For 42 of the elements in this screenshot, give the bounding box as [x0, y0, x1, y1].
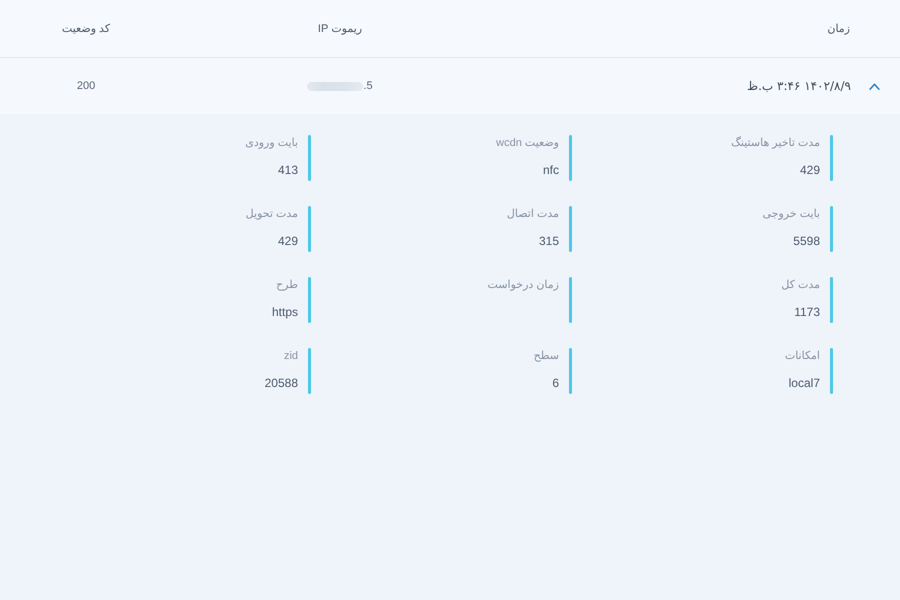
detail-label: مدت اتصال: [506, 207, 559, 222]
accent-bar: [569, 348, 572, 394]
accent-bar: [569, 206, 572, 252]
detail-label: زمان درخواست: [488, 278, 559, 293]
accent-bar: [308, 135, 311, 181]
detail-value: 1173: [794, 304, 820, 320]
detail-value: https: [272, 304, 298, 320]
detail-label: طرح: [276, 278, 298, 293]
detail-value: 20588: [264, 375, 298, 391]
status-code-text: 200: [76, 80, 96, 92]
detail-label: امکانات: [784, 349, 820, 364]
detail-value: 315: [538, 233, 559, 249]
detail-label: مدت کل: [781, 278, 820, 293]
detail-value: 413: [278, 162, 298, 178]
column-header: ریموت IP: [318, 22, 362, 35]
detail-label: بایت خروجی: [762, 207, 820, 222]
accent-bar: [569, 135, 572, 181]
timestamp-text: ۱۴۰۲/۸/۹ ۳:۴۶ ب.ظ: [746, 79, 851, 93]
accent-bar: [308, 206, 311, 252]
accent-bar: [830, 206, 833, 252]
detail-label: وضعیت wcdn: [496, 136, 559, 151]
detail-value: 429: [800, 162, 820, 178]
detail-label: zid: [284, 349, 298, 364]
detail-value: 6: [552, 375, 559, 391]
column-header: کد وضعیت: [62, 22, 110, 35]
accent-bar: [308, 348, 311, 394]
accent-bar: [830, 277, 833, 323]
detail-value: 429: [278, 233, 298, 249]
chevron-up-icon[interactable]: [869, 82, 880, 90]
accent-bar: [830, 135, 833, 181]
detail-value: local7: [788, 375, 820, 391]
accent-bar: [569, 277, 572, 323]
detail-label: سطح: [534, 349, 559, 364]
detail-label: مدت تحویل: [246, 207, 298, 222]
detail-label: مدت تاخیر هاستینگ: [731, 135, 820, 151]
ip-address-text: .5: [363, 80, 373, 92]
detail-value: 5598: [793, 233, 820, 249]
column-header: زمان: [827, 22, 850, 35]
accent-bar: [308, 277, 311, 323]
detail-label: بایت ورودی: [245, 136, 298, 151]
detail-value: nfc: [542, 162, 559, 178]
accent-bar: [830, 348, 833, 394]
